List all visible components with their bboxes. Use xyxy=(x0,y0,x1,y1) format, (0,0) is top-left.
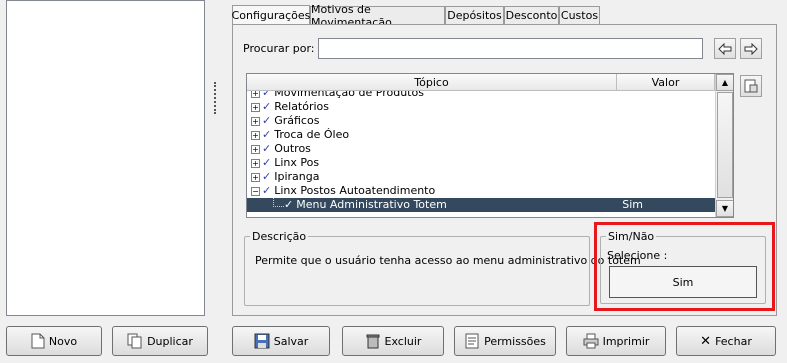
expand-icon[interactable]: + xyxy=(251,130,260,140)
column-header-label: Tópico xyxy=(414,75,449,89)
trash-icon xyxy=(366,334,380,349)
description-text: Permite que o usuário tenha acesso ao me… xyxy=(255,254,641,267)
close-button[interactable]: ✕ Fechar xyxy=(676,326,776,356)
collapse-icon[interactable]: − xyxy=(251,186,260,196)
simnao-value-button[interactable]: Sim xyxy=(609,266,757,298)
permissions-button-label: Permissões xyxy=(484,334,546,348)
tab-label: Custos xyxy=(560,9,599,22)
select-label: Selecione : xyxy=(607,249,668,262)
tree-row-label: Movimentação de Produtos xyxy=(274,91,424,99)
check-icon: ✓ xyxy=(262,100,272,113)
printer-icon xyxy=(583,333,599,349)
tab-label: Configurações xyxy=(231,9,311,22)
tree-row-ipiranga[interactable]: + ✓ Ipiranga xyxy=(251,170,715,184)
save-button-label: Salvar xyxy=(273,334,309,348)
permissions-icon xyxy=(465,333,479,349)
tab-configuracoes[interactable]: Configurações xyxy=(232,5,310,25)
description-group: Descrição Permite que o usuário tenha ac… xyxy=(244,230,641,306)
tab-motivos-movimentacao[interactable]: Motivos de Movimentação xyxy=(310,3,445,29)
column-header-value[interactable]: Valor xyxy=(617,74,715,91)
save-button[interactable]: Salvar xyxy=(232,326,330,356)
tree-row-linx-postos[interactable]: − ✓ Linx Postos Autoatendimento xyxy=(251,184,715,198)
tree-row-outros[interactable]: + ✓ Outros xyxy=(251,142,715,156)
check-icon: ✓ xyxy=(262,91,272,99)
close-button-label: Fechar xyxy=(715,334,752,348)
tree-row-troca-oleo[interactable]: + ✓ Troca de Óleo xyxy=(251,128,715,142)
tab-label: Desconto xyxy=(505,9,558,22)
permissions-button[interactable]: Permissões xyxy=(454,326,556,356)
simnao-value: Sim xyxy=(672,275,694,289)
check-icon: ✓ xyxy=(262,128,272,141)
left-list-panel[interactable] xyxy=(6,0,205,316)
search-label: Procurar por: xyxy=(243,42,315,55)
duplicate-icon xyxy=(127,333,142,349)
tree-row-label: Relatórios xyxy=(274,100,330,113)
scroll-up-button[interactable]: ▲ xyxy=(716,74,733,91)
expand-icon[interactable]: + xyxy=(251,144,260,154)
check-icon: ✓ xyxy=(284,198,294,211)
tree-row-label: Linx Pos xyxy=(274,156,320,169)
tree-row-movimentacao[interactable]: + ✓ Movimentação de Produtos xyxy=(251,91,715,100)
splitter-handle[interactable] xyxy=(214,82,218,114)
tree-connector xyxy=(273,197,284,207)
tree-row-label: Gráficos xyxy=(274,114,320,127)
expand-icon[interactable]: + xyxy=(251,158,260,168)
tree-row-label: Ipiranga xyxy=(274,170,320,183)
column-header-label: Valor xyxy=(651,75,680,89)
tree-row-label: Troca de Óleo xyxy=(274,128,350,141)
close-icon: ✕ xyxy=(700,333,712,349)
print-button-label: Imprimir xyxy=(602,334,650,348)
check-icon: ✓ xyxy=(262,142,272,155)
tab-custos[interactable]: Custos xyxy=(559,6,600,24)
new-button[interactable]: Novo xyxy=(6,326,102,356)
scroll-down-button[interactable]: ▼ xyxy=(716,200,733,217)
simnao-legend: Sim/Não xyxy=(606,230,657,243)
check-icon: ✓ xyxy=(262,170,272,183)
tool-button[interactable] xyxy=(740,75,762,97)
tab-desconto[interactable]: Desconto xyxy=(504,6,559,24)
next-button[interactable] xyxy=(740,38,762,59)
expand-icon[interactable]: + xyxy=(251,91,260,98)
duplicate-button-label: Duplicar xyxy=(147,334,193,348)
tree-row-relatorios[interactable]: + ✓ Relatórios xyxy=(251,100,715,114)
tab-depositos[interactable]: Depósitos xyxy=(445,6,504,24)
check-icon: ✓ xyxy=(262,156,272,169)
document-tool-icon xyxy=(744,79,758,93)
scroll-thumb[interactable] xyxy=(717,92,733,198)
floppy-disk-icon xyxy=(254,333,270,349)
check-icon: ✓ xyxy=(262,114,272,127)
tab-label: Depósitos xyxy=(447,9,502,22)
tree-row-graficos[interactable]: + ✓ Gráficos xyxy=(251,114,715,128)
description-legend: Descrição xyxy=(250,230,309,243)
delete-button-label: Excluir xyxy=(384,334,422,348)
delete-button[interactable]: Excluir xyxy=(342,326,444,356)
duplicate-button[interactable]: Duplicar xyxy=(112,326,208,356)
topics-grid[interactable]: Tópico Valor + ✓ Movimentação de Produtos … xyxy=(246,73,734,218)
print-button[interactable]: Imprimir xyxy=(566,326,666,356)
tree-row-menu-admin-selected[interactable]: ✓ Menu Administrativo Totem Sim xyxy=(247,197,715,212)
new-button-label: Novo xyxy=(48,334,78,348)
simnao-group: Sim/Não Selecione : Sim xyxy=(600,230,766,304)
grid-scrollbar[interactable]: ▲ ▼ xyxy=(715,74,733,217)
tree-row-label: Menu Administrativo Totem xyxy=(296,198,447,211)
column-header-topic[interactable]: Tópico xyxy=(247,74,617,91)
tree-row-value: Sim xyxy=(622,198,643,211)
tree-row-linx-pos[interactable]: + ✓ Linx Pos xyxy=(251,156,715,170)
expand-icon[interactable]: + xyxy=(251,116,260,126)
arrow-left-icon xyxy=(718,42,732,55)
expand-icon[interactable]: + xyxy=(251,172,260,182)
arrow-right-icon xyxy=(744,42,758,55)
new-document-icon xyxy=(31,333,45,349)
tree-row-label: Outros xyxy=(274,142,311,155)
expand-icon[interactable]: + xyxy=(251,102,260,112)
prev-button[interactable] xyxy=(714,38,736,59)
search-input[interactable] xyxy=(318,38,703,59)
tree-row-label: Linx Postos Autoatendimento xyxy=(274,184,436,197)
check-icon: ✓ xyxy=(262,184,272,197)
tree-body: + ✓ Movimentação de Produtos + ✓ Relatórios … xyxy=(247,91,715,217)
